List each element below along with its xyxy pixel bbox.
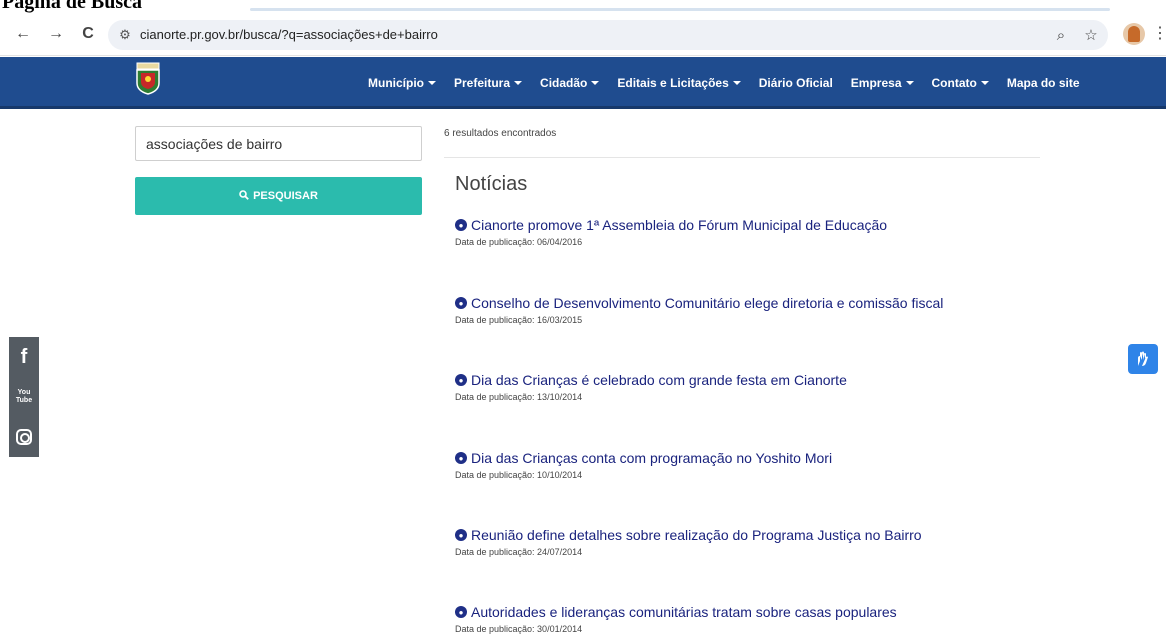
forward-icon[interactable]: →: [45, 23, 67, 45]
globe-icon: ●: [455, 529, 467, 541]
instagram-icon[interactable]: [9, 417, 39, 457]
profile-avatar[interactable]: [1123, 23, 1145, 45]
browser-menu-icon[interactable]: ⋮: [1152, 23, 1166, 45]
result-date: Data de publicação: 13/10/2014: [455, 392, 583, 402]
caret-down-icon: [980, 81, 989, 85]
social-sidebar: f You Tube: [9, 337, 39, 457]
globe-icon: ●: [455, 219, 467, 231]
result-item: ● Autoridades e lideranças comunitárias t…: [455, 604, 1055, 634]
result-item: ● Dia das Crianças conta com programação …: [455, 450, 1055, 480]
tab-divider: [250, 8, 1110, 11]
nav-empresa[interactable]: Empresa: [851, 76, 914, 90]
back-icon[interactable]: ←: [12, 23, 34, 45]
nav-municipio[interactable]: Município: [368, 76, 436, 90]
section-title-noticias: Notícias: [455, 173, 528, 195]
url-text[interactable]: cianorte.pr.gov.br/busca/?q=associações+…: [140, 27, 438, 42]
search-button-label: PESQUISAR: [253, 190, 318, 202]
globe-icon: ●: [455, 374, 467, 386]
result-date: Data de publicação: 30/01/2014: [455, 624, 583, 634]
caret-down-icon: [428, 81, 436, 85]
nav-prefeitura[interactable]: Prefeitura: [454, 76, 523, 90]
result-link[interactable]: ● Cianorte promove 1ª Assembleia do Fórum…: [455, 217, 1055, 233]
site-info-icon[interactable]: ⚙: [116, 26, 134, 44]
result-date: Data de publicação: 24/07/2014: [455, 547, 583, 557]
search-button[interactable]: PESQUISAR: [135, 177, 422, 215]
result-link[interactable]: ● Dia das Crianças é celebrado com grande…: [455, 372, 1055, 388]
site-header: Município Prefeitura Cidadão Editais e L…: [0, 57, 1166, 109]
results-divider: [444, 157, 1040, 158]
nav-contato[interactable]: Contato: [932, 76, 989, 90]
result-count: 6 resultados encontrados: [444, 128, 557, 139]
hand-sign-icon[interactable]: [1128, 344, 1158, 374]
nav-diario-oficial[interactable]: Diário Oficial: [759, 76, 833, 90]
reload-icon[interactable]: C: [77, 23, 99, 45]
globe-icon: ●: [455, 452, 467, 464]
zoom-icon[interactable]: ⌕: [1052, 26, 1070, 44]
caret-down-icon: [905, 81, 914, 85]
search-icon: [239, 189, 249, 203]
address-bar[interactable]: ⚙ cianorte.pr.gov.br/busca/?q=associaçõe…: [108, 20, 1108, 50]
caret-down-icon: [591, 81, 600, 85]
facebook-icon[interactable]: f: [9, 337, 39, 377]
result-item: ● Conselho de Desenvolvimento Comunitário…: [455, 295, 1055, 325]
nav-cidadao[interactable]: Cidadão: [540, 76, 600, 90]
nav-mapa-do-site[interactable]: Mapa do site: [1007, 76, 1080, 90]
youtube-icon[interactable]: You Tube: [9, 377, 39, 417]
result-link[interactable]: ● Dia das Crianças conta com programação …: [455, 450, 1055, 466]
result-date: Data de publicação: 16/03/2015: [455, 315, 583, 325]
result-item: ● Dia das Crianças é celebrado com grande…: [455, 372, 1055, 402]
tab-title[interactable]: Página de Busca: [2, 0, 142, 14]
globe-icon: ●: [455, 297, 467, 309]
result-item: ● Reunião define detalhes sobre realizaçã…: [455, 527, 1055, 557]
result-link[interactable]: ● Reunião define detalhes sobre realizaçã…: [455, 527, 1055, 543]
search-input[interactable]: [135, 126, 422, 161]
result-link[interactable]: ● Autoridades e lideranças comunitárias t…: [455, 604, 1055, 620]
result-date: Data de publicação: 10/10/2014: [455, 470, 583, 480]
bookmark-star-icon[interactable]: ☆: [1082, 26, 1100, 44]
main-nav: Município Prefeitura Cidadão Editais e L…: [368, 57, 1098, 109]
caret-down-icon: [732, 81, 741, 85]
globe-icon: ●: [455, 606, 467, 618]
nav-editais-licitacoes[interactable]: Editais e Licitações: [617, 76, 741, 90]
result-link[interactable]: ● Conselho de Desenvolvimento Comunitário…: [455, 295, 1055, 311]
caret-down-icon: [514, 81, 523, 85]
tab-strip: Página de Busca: [0, 0, 1166, 14]
result-date: Data de publicação: 06/04/2016: [455, 237, 583, 247]
browser-toolbar: ← → C ⚙ cianorte.pr.gov.br/busca/?q=asso…: [0, 14, 1166, 56]
result-item: ● Cianorte promove 1ª Assembleia do Fórum…: [455, 217, 1055, 247]
city-crest-logo[interactable]: [134, 61, 162, 95]
